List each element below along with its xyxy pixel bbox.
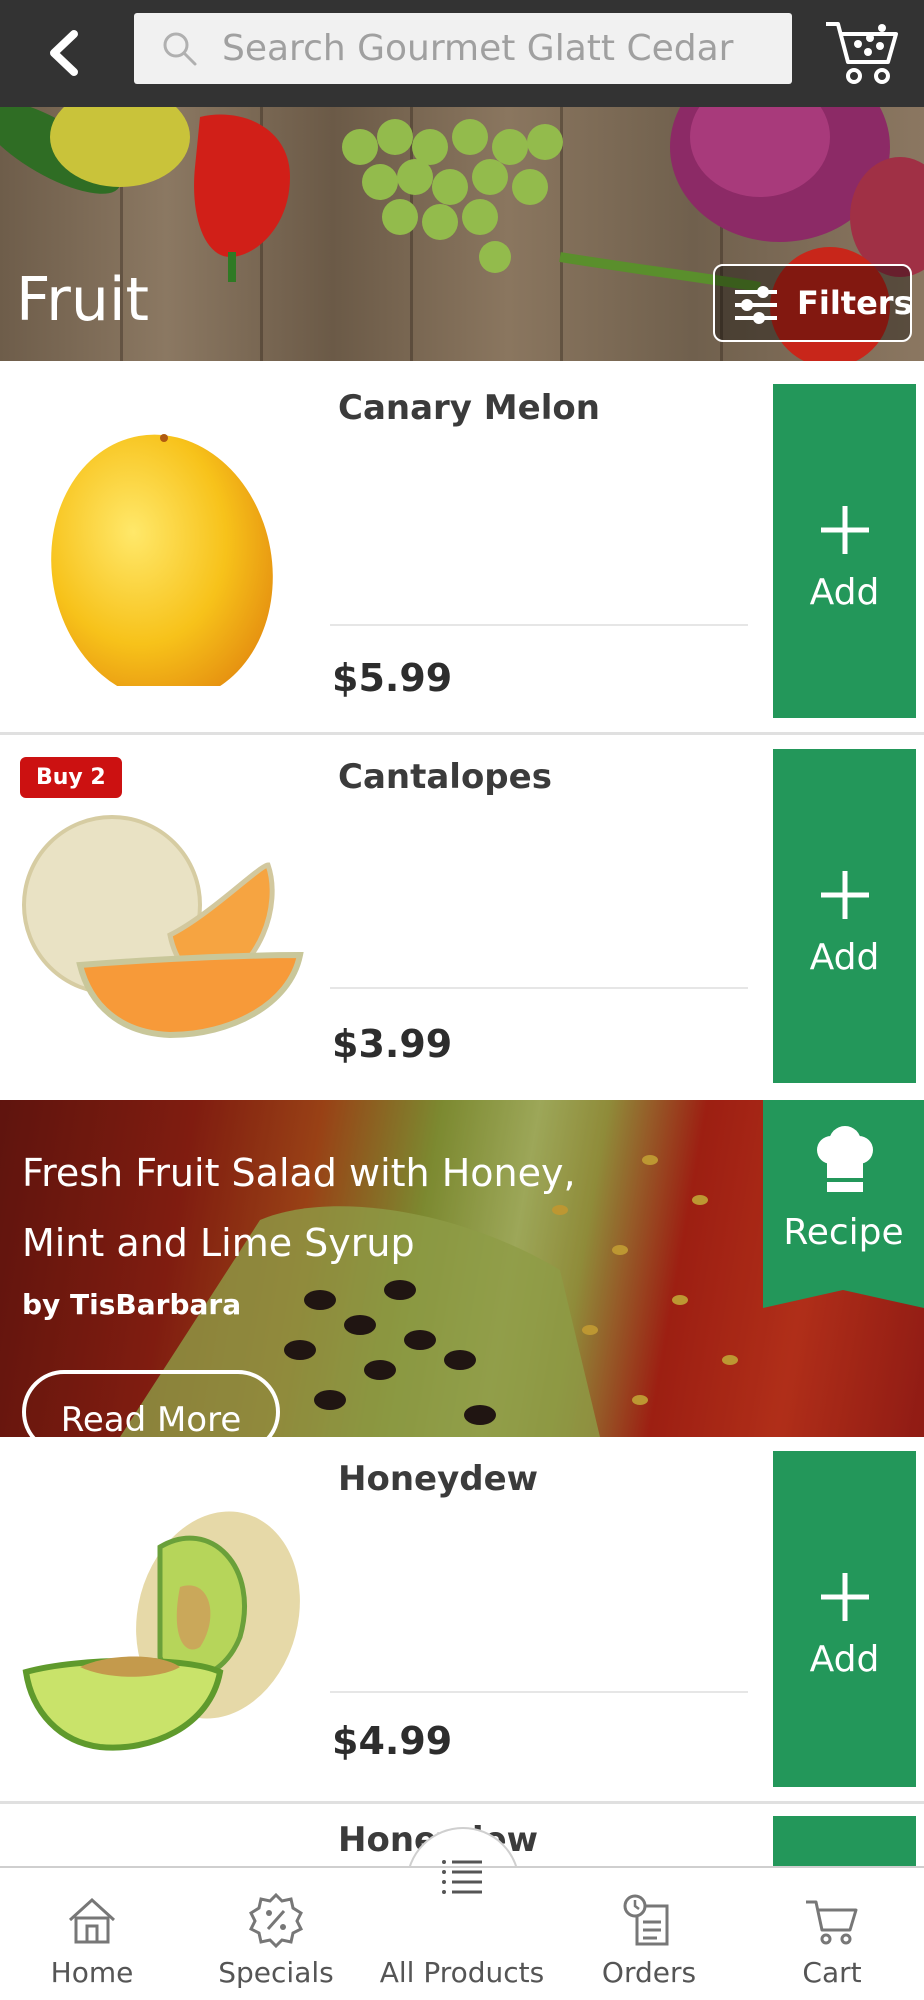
recipe-banner[interactable]: Fresh Fruit Salad with Honey, Mint and L… xyxy=(0,1100,924,1437)
product-image xyxy=(20,386,310,702)
category-hero: Fruit Filters xyxy=(0,107,924,361)
back-button[interactable] xyxy=(30,18,100,88)
product-image xyxy=(20,755,310,1055)
recipe-ribbon: Recipe xyxy=(763,1100,924,1437)
nav-cart[interactable]: Cart xyxy=(740,1868,924,2000)
chevron-left-icon xyxy=(50,30,78,76)
cart-icon xyxy=(826,22,898,84)
nav-cart-label: Cart xyxy=(802,1956,862,1989)
category-title: Fruit xyxy=(16,265,150,335)
nav-home-label: Home xyxy=(50,1956,134,1989)
promo-badge: Buy 2 xyxy=(20,757,122,798)
bottom-navigation: Home Specials All Products Orders Cart xyxy=(0,1860,924,2000)
add-label: Add xyxy=(809,1639,880,1680)
filters-button[interactable]: Filters xyxy=(713,264,913,342)
nav-home[interactable]: Home xyxy=(0,1868,184,2000)
search-input[interactable] xyxy=(222,13,780,84)
top-bar xyxy=(0,0,924,107)
add-button[interactable]: Add xyxy=(773,749,916,1083)
sliders-icon xyxy=(735,286,777,324)
product-name[interactable]: Honeydew xyxy=(338,1459,538,1499)
nav-orders-label: Orders xyxy=(601,1956,697,1989)
recipe-ribbon-label: Recipe xyxy=(783,1212,904,1253)
cart-button[interactable] xyxy=(822,14,904,90)
add-button[interactable]: Add xyxy=(773,1451,916,1787)
orders-icon xyxy=(623,1894,669,1946)
search-bar[interactable] xyxy=(134,13,792,84)
add-button[interactable]: Add xyxy=(773,384,916,718)
recipe-title: Fresh Fruit Salad with Honey, Mint and L… xyxy=(22,1151,576,1265)
add-label: Add xyxy=(809,572,880,613)
add-label: Add xyxy=(809,937,880,978)
product-name[interactable]: Canary Melon xyxy=(338,388,600,428)
plus-icon xyxy=(821,506,869,554)
filters-label: Filters xyxy=(797,284,913,322)
product-row: Canary Melon $5.99 Add xyxy=(0,366,924,735)
nav-all-products[interactable]: All Products xyxy=(370,1860,554,2000)
product-row: Honeydew $4.99 Add xyxy=(0,1437,924,1804)
nav-specials-label: Specials xyxy=(218,1956,334,1989)
product-name[interactable]: Cantalopes xyxy=(338,757,552,797)
list-icon xyxy=(442,1860,482,1894)
plus-icon xyxy=(821,1573,869,1621)
cart-icon xyxy=(806,1900,858,1945)
nav-all-products-label: All Products xyxy=(379,1956,545,1989)
product-row: Buy 2 Cantalopes $3.99 Add xyxy=(0,735,924,1100)
product-price: $4.99 xyxy=(332,1719,453,1763)
percent-badge-icon xyxy=(248,1892,304,1948)
home-icon xyxy=(68,1897,116,1944)
search-icon xyxy=(163,32,197,66)
nav-specials[interactable]: Specials xyxy=(184,1868,368,2000)
product-price: $5.99 xyxy=(332,656,453,700)
recipe-author: by TisBarbara xyxy=(22,1288,242,1321)
read-more-button[interactable]: Read More xyxy=(22,1370,280,1437)
product-price: $3.99 xyxy=(332,1022,453,1066)
add-button[interactable] xyxy=(773,1816,916,1866)
product-image xyxy=(20,1457,310,1757)
nav-orders[interactable]: Orders xyxy=(557,1868,741,2000)
plus-icon xyxy=(821,871,869,919)
chef-hat-icon xyxy=(817,1126,873,1192)
